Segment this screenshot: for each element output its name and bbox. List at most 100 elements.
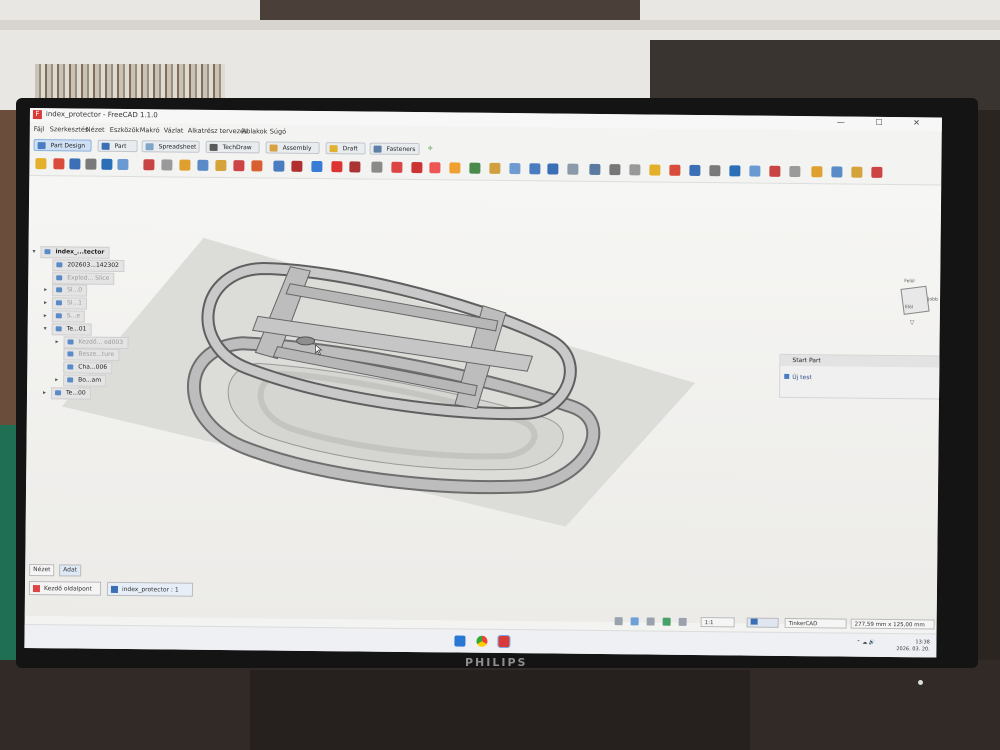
grid-icon[interactable] [614,617,623,626]
toolbar-tool-icon[interactable] [143,159,155,171]
menu-windows[interactable]: Ablakok [242,127,268,135]
workbench-assembly[interactable]: Assembly [265,141,320,155]
toolbar-tool-icon[interactable] [69,158,81,170]
toolbar-tool-icon[interactable] [469,162,481,174]
expand-arrow-icon[interactable]: ▸ [44,298,52,308]
tree-item[interactable]: Besze...ture [55,348,120,362]
workbench-fasteners[interactable]: Fasteners [369,142,420,156]
expand-arrow-icon[interactable]: ▾ [44,324,52,334]
tab-view[interactable]: Nézet [29,564,55,577]
toolbar-tool-icon[interactable] [331,161,343,173]
workbench-techdraw[interactable]: TechDraw [205,140,260,154]
tree-item[interactable]: ▾ Te...01 [44,323,92,336]
toolbar-tool-icon[interactable] [391,161,403,173]
menu-partdesign[interactable]: Alkatrész tervezés [188,127,248,136]
tab-start-page[interactable]: Kezdő oldalpont [28,581,102,596]
navigation-style[interactable]: TinkerCAD [784,617,847,629]
toolbar-tool-icon[interactable] [811,166,823,178]
toolbar-tool-icon[interactable] [509,163,521,175]
toolbar-tool-icon[interactable] [729,165,741,177]
toolbar-tool-icon[interactable] [609,164,621,176]
3d-viewport[interactable]: ▾ index_...tector 202603...142302 Explod..… [24,175,942,658]
toolbar-tool-icon[interactable] [371,161,383,173]
toolbar-tool-icon[interactable] [215,159,227,172]
toolbar-tool-icon[interactable] [669,164,681,176]
toolbar-tool-icon[interactable] [411,161,423,174]
toolbar-tool-icon[interactable] [311,160,323,173]
expand-arrow-icon[interactable]: ▸ [43,388,51,398]
toolbar-tool-icon[interactable] [349,161,361,173]
tree-item[interactable]: ▸ Te...00 [43,387,91,400]
toolbar-tool-icon[interactable] [449,162,461,174]
expand-arrow-icon[interactable]: ▸ [55,337,63,347]
tree-item[interactable]: ▸ Sl...1 [44,297,88,310]
menu-macro[interactable]: Makró [140,126,160,134]
tree-item[interactable]: 202603...142302 [44,259,124,272]
navigation-cube[interactable]: Felül Elöl Jobb ▽ [890,275,938,335]
toolbar-tool-icon[interactable] [689,164,701,177]
chrome-icon[interactable] [476,635,488,647]
menu-view[interactable]: Nézet [86,126,105,134]
ruler-icon[interactable] [678,617,687,626]
toolbar-tool-icon[interactable] [871,166,883,178]
toolbar-tool-icon[interactable] [101,158,113,170]
expand-arrow-icon[interactable]: ▸ [44,286,52,296]
toolbar-tool-icon[interactable] [709,165,721,177]
zoom-select[interactable]: 1:1 [700,617,735,628]
tree-item[interactable]: Explod... Slice [44,271,115,285]
toolbar-tool-icon[interactable] [35,158,47,170]
toolbar-tool-icon[interactable] [197,159,209,171]
window-controls[interactable]: — ☐ ✕ [837,117,934,127]
toolbar-tool-icon[interactable] [429,162,441,174]
axis-icon[interactable] [662,617,671,626]
toolbar-tool-icon[interactable] [851,166,863,178]
workbench-draft[interactable]: Draft [325,142,366,155]
add-workbench-icon[interactable]: ✛ [426,143,440,155]
tray-icons[interactable]: ⌃ ☁ 🔊 [856,640,875,646]
toolbar-tool-icon[interactable] [529,163,541,175]
menu-tools[interactable]: Eszközök [110,126,140,134]
toolbar-tool-icon[interactable] [789,165,801,178]
toolbar-tool-icon[interactable] [831,166,843,178]
workbench-spreadsheet[interactable]: Spreadsheet [141,140,200,153]
toolbar-tool-icon[interactable] [489,162,501,174]
menu-edit[interactable]: Szerkesztés [50,125,89,133]
tree-item[interactable]: ▸ Kezdő... ed003 [55,335,129,349]
tree-item[interactable]: ▸ Bo...am [55,374,107,387]
freecad-taskbar-icon[interactable] [497,634,511,649]
toolbar-tool-icon[interactable] [567,163,579,175]
tab-data[interactable]: Adat [59,564,82,577]
tree-item[interactable]: Cha...006 [55,361,113,375]
toolbar-tool-icon[interactable] [769,165,781,177]
expand-arrow-icon[interactable]: ▸ [55,375,63,385]
toolbar-tool-icon[interactable] [85,158,97,170]
workbench-part-design[interactable]: Part Design [33,139,92,152]
snap-icon[interactable] [630,617,639,626]
toolbar-tool-icon[interactable] [273,160,285,172]
tree-item[interactable]: ▸ Sl...0 [44,284,88,297]
workbench-part[interactable]: Part [97,139,138,153]
tree-root[interactable]: ▾ index_...tector [32,246,110,259]
toolbar-tool-icon[interactable] [629,164,641,176]
toolbar-tool-icon[interactable] [233,160,245,172]
navcube-down-arrow-icon[interactable]: ▽ [910,319,915,326]
toolbar-tool-icon[interactable] [179,159,191,171]
toolbar-tool-icon[interactable] [589,163,601,175]
draw-style-select[interactable] [746,617,779,628]
clock[interactable]: 13:38 2026. 03. 20. [896,639,930,653]
toolbar-tool-icon[interactable] [291,160,303,172]
toolbar-tool-icon[interactable] [117,158,129,171]
menu-file[interactable]: Fájl [34,125,45,133]
new-body-link[interactable]: Új test [792,374,812,381]
measure-icon[interactable] [646,617,655,626]
task-header[interactable]: Start Part [780,354,942,368]
menu-help[interactable]: Súgó [270,128,286,136]
menu-sketch[interactable]: Vázlat [164,126,184,134]
toolbar-tool-icon[interactable] [649,164,661,176]
toolbar-tool-icon[interactable] [251,160,263,172]
navcube-face[interactable] [900,285,930,315]
tab-index-protector[interactable]: index_protector : 1 [106,581,194,597]
tree-item[interactable]: ▸ S...e [44,310,86,323]
toolbar-tool-icon[interactable] [547,163,559,175]
toolbar-tool-icon[interactable] [161,159,173,171]
